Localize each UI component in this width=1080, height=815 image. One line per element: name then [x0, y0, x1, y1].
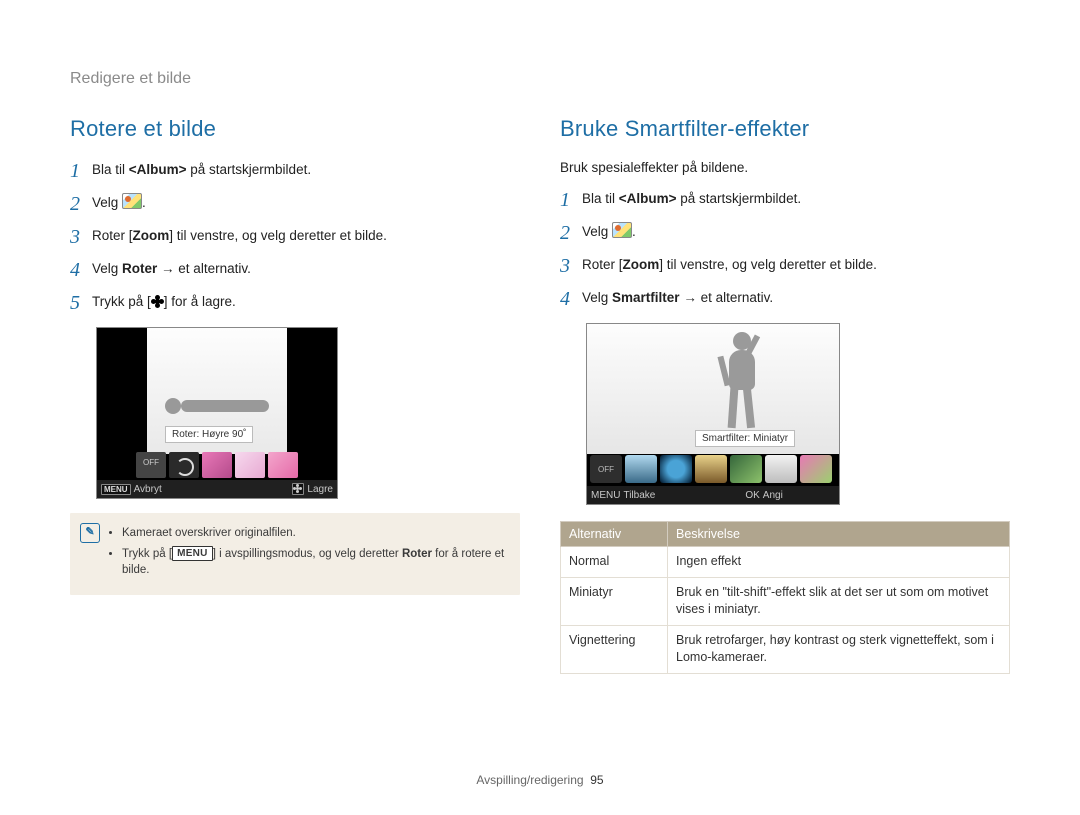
- option-name: Vignettering: [561, 625, 668, 673]
- step-text: Velg Smartfilter → et alternativ.: [582, 288, 773, 308]
- table-row: Miniatyr Bruk en "tilt-shift"-effekt sli…: [561, 577, 1010, 625]
- table-header-option: Alternativ: [561, 522, 668, 547]
- column-left: Rotere et bilde 1 Bla til <Album> på sta…: [70, 116, 520, 674]
- camera-screen-rotate: Roter: Høyre 90˚ MENUAvbryt Lagre: [96, 327, 338, 499]
- lcd-action-bar: MENUTilbake OK Angi: [587, 486, 839, 504]
- silhouette-person-icon: [707, 332, 787, 442]
- menu-key-icon: MENU: [172, 546, 213, 561]
- step-text: Roter [Zoom] til venstre, og velg derett…: [582, 255, 877, 275]
- flower-icon: [151, 295, 164, 308]
- lcd-right-action: Angi: [763, 490, 783, 501]
- camera-screen-smartfilter: Smartfilter: Miniatyr MENUTilbake OK Angi: [586, 323, 840, 505]
- page-number: 95: [590, 773, 603, 787]
- heading-rotate: Rotere et bilde: [70, 116, 520, 142]
- option-desc: Bruk retrofarger, høy kontrast og sterk …: [668, 625, 1010, 673]
- step-text: Roter [Zoom] til venstre, og velg derett…: [92, 226, 387, 246]
- palette-icon: [612, 222, 632, 238]
- note-box: ✎ Kameraet overskriver originalfilen. Tr…: [70, 513, 520, 595]
- lcd-action-bar: MENUAvbryt Lagre: [97, 480, 337, 498]
- lcd-tooltip: Roter: Høyre 90˚: [165, 426, 253, 443]
- step-text: Trykk på [] for å lagre.: [92, 292, 236, 312]
- step-num: 1: [70, 161, 92, 181]
- note-item: Trykk på [MENU] i avspillingsmodus, og v…: [122, 546, 508, 579]
- step-text: Velg .: [92, 193, 146, 213]
- thumb-off: [136, 452, 166, 478]
- step-text: Velg .: [582, 222, 636, 242]
- lcd-photo: Roter: Høyre 90˚: [147, 328, 287, 454]
- thumb-preview: [765, 455, 797, 483]
- step-text: Velg Roter → et alternativ.: [92, 259, 251, 279]
- ok-key-icon: OK: [745, 490, 759, 501]
- step-num: 5: [70, 293, 92, 313]
- thumb-preview: [695, 455, 727, 483]
- palette-icon: [122, 193, 142, 209]
- step-num: 3: [70, 227, 92, 247]
- option-desc: Bruk en "tilt-shift"-effekt slik at det …: [668, 577, 1010, 625]
- lcd-tooltip: Smartfilter: Miniatyr: [695, 430, 795, 447]
- step-num: 2: [560, 223, 582, 243]
- lcd-photo: Smartfilter: Miniatyr: [587, 324, 839, 454]
- step-text: Bla til <Album> på startskjermbildet.: [92, 160, 311, 180]
- step-num: 1: [560, 190, 582, 210]
- step-num: 4: [560, 289, 582, 309]
- page-footer: Avspilling/redigering 95: [0, 773, 1080, 787]
- silhouette-lying-icon: [165, 390, 269, 420]
- thumb-preview: [660, 455, 692, 483]
- option-name: Miniatyr: [561, 577, 668, 625]
- options-table: Alternativ Beskrivelse Normal Ingen effe…: [560, 521, 1010, 674]
- note-icon: ✎: [80, 523, 100, 543]
- breadcrumb: Redigere et bilde: [70, 70, 1010, 88]
- step-text: Bla til <Album> på startskjermbildet.: [582, 189, 801, 209]
- footer-section: Avspilling/redigering: [476, 773, 583, 787]
- thumb-preview: [730, 455, 762, 483]
- thumb-preview: [800, 455, 832, 483]
- steps-smartfilter: 1 Bla til <Album> på startskjermbildet. …: [560, 189, 1010, 309]
- lcd-left-action: Avbryt: [134, 484, 162, 495]
- steps-rotate: 1 Bla til <Album> på startskjermbildet. …: [70, 160, 520, 313]
- lcd-thumb-row: [97, 450, 337, 480]
- menu-key-icon: MENU: [591, 490, 620, 501]
- table-row: Normal Ingen effekt: [561, 547, 1010, 578]
- lcd-left-action: Tilbake: [623, 490, 655, 501]
- step-num: 4: [70, 260, 92, 280]
- step-num: 3: [560, 256, 582, 276]
- lcd-thumb-row: [587, 452, 839, 486]
- column-right: Bruke Smartfilter-effekter Bruk spesiale…: [560, 116, 1010, 674]
- step-num: 2: [70, 194, 92, 214]
- option-name: Normal: [561, 547, 668, 578]
- intro-text: Bruk spesialeffekter på bildene.: [560, 160, 1010, 175]
- thumb-preview: [202, 452, 232, 478]
- thumb-preview: [268, 452, 298, 478]
- note-item: Kameraet overskriver originalfilen.: [122, 525, 508, 542]
- table-header-description: Beskrivelse: [668, 522, 1010, 547]
- lcd-right-action: Lagre: [307, 484, 333, 495]
- thumb-preview: [235, 452, 265, 478]
- table-row: Vignettering Bruk retrofarger, høy kontr…: [561, 625, 1010, 673]
- option-desc: Ingen effekt: [668, 547, 1010, 578]
- flower-key-icon: [292, 483, 304, 495]
- thumb-preview: [625, 455, 657, 483]
- heading-smartfilter: Bruke Smartfilter-effekter: [560, 116, 1010, 142]
- menu-key-icon: MENU: [101, 484, 131, 495]
- thumb-rotate-icon: [169, 452, 199, 478]
- thumb-off: [590, 455, 622, 483]
